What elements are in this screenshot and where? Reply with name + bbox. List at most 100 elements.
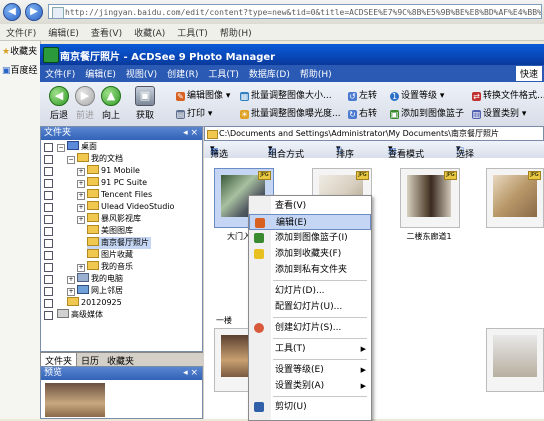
jpg-badge: JPG — [528, 171, 541, 180]
browser-menu-help[interactable]: 帮助(H) — [214, 24, 258, 39]
menu-create[interactable]: 创建(R) — [162, 65, 203, 80]
tree-checkbox[interactable] — [44, 143, 53, 152]
folder-icon — [67, 297, 79, 306]
menu-item-set-rating[interactable]: 设置等级(E) ▶ — [249, 362, 371, 378]
sort-button[interactable]: ⇅ 排序 ▾ — [336, 144, 354, 160]
basket-icon — [254, 233, 264, 243]
close-pane-icon[interactable]: ◂ × — [183, 127, 198, 140]
rating-icon: 1 — [390, 92, 399, 101]
thumbnail-caption: 一楼 — [216, 316, 232, 325]
close-preview-icon[interactable]: ◂ × — [183, 367, 198, 380]
batch-exposure-button[interactable]: ☀ 批量调整图像曝光度... — [240, 106, 341, 119]
tree-item-advanced-media[interactable]: 高级媒体 — [41, 309, 201, 321]
tree-item-my-computer[interactable]: + 我的电脑 — [41, 273, 201, 285]
browser-menu-favorites[interactable]: 收藏(A) — [128, 24, 171, 39]
menu-view[interactable]: 视图(V) — [121, 65, 162, 80]
group-by-button[interactable]: ▤ 组合方式 ▾ — [268, 144, 304, 160]
menu-item-tools[interactable]: 工具(T) ▶ — [249, 341, 371, 357]
tree-item-91-mobile[interactable]: +91 Mobile — [41, 165, 201, 177]
browser-forward-icon[interactable]: ▶ — [25, 3, 43, 21]
rotate-left-button[interactable]: ↺ 左转 — [348, 88, 377, 101]
folder-icon — [87, 177, 99, 186]
url-input[interactable]: http://jingyan.baidu.com/edit/content?ty… — [48, 4, 542, 19]
thumbnail-photo-4[interactable]: JPG — [486, 168, 544, 228]
menu-item-add-to-favorites[interactable]: 添加到收藏夹(F) — [249, 246, 371, 262]
menu-item-slideshow[interactable]: 幻灯片(D)... — [249, 283, 371, 299]
preview-image — [45, 383, 105, 417]
preview-pane-header: 预览 ◂ × — [41, 367, 202, 380]
menu-item-set-category[interactable]: 设置类别(A) ▶ — [249, 378, 371, 394]
menu-tools[interactable]: 工具(T) — [203, 65, 244, 80]
back-label: 后退 — [49, 111, 68, 121]
quick-search-input[interactable]: 快速 — [515, 66, 542, 81]
favorites-header[interactable]: ★收藏夹 — [0, 41, 40, 60]
forward-button[interactable]: ▶ 前进 — [72, 86, 98, 121]
back-button[interactable]: ◀ 后退 — [46, 86, 72, 121]
submenu-arrow-icon: ▶ — [360, 366, 366, 374]
batch-resize-button[interactable]: ▦ 批量调整图像大小... — [240, 88, 332, 101]
select-button[interactable]: ☐ 选择 ▾ — [456, 144, 474, 160]
favorites-item[interactable]: ▣百度经 — [0, 60, 40, 79]
menu-database[interactable]: 数据库(D) — [244, 65, 295, 80]
filter-button[interactable]: ▦ 筛选 ▾ — [210, 144, 228, 160]
menu-item-add-to-basket[interactable]: 添加到图像篮子(I) — [249, 230, 371, 246]
print-button[interactable]: ▤ 打印 ▾ — [176, 106, 212, 119]
menu-item-edit[interactable]: 编辑(E) — [249, 214, 371, 230]
browser-menu-view[interactable]: 查看(V) — [85, 24, 128, 39]
set-category-button[interactable]: ▥ 设置类别 ▾ — [472, 106, 526, 119]
menu-separator — [273, 359, 367, 360]
folder-icon — [87, 201, 99, 210]
tree-item-20120925[interactable]: 20120925 — [41, 297, 201, 309]
folder-icon — [87, 165, 99, 174]
jpg-badge: JPG — [444, 171, 457, 180]
set-rating-button[interactable]: 1 设置等级 ▾ — [390, 88, 444, 101]
up-button[interactable]: ▲ 向上 — [98, 86, 124, 121]
path-bar[interactable]: C:\Documents and Settings\Administrator\… — [204, 126, 544, 141]
add-to-basket-button[interactable]: ▣ 添加到图像篮子 — [390, 106, 464, 119]
menu-item-add-to-private[interactable]: 添加到私有文件夹 — [249, 262, 371, 278]
batch-resize-icon: ▦ — [240, 92, 249, 101]
acquire-button[interactable]: ▣ 获取 — [132, 86, 158, 121]
tree-item-desktop[interactable]: − 桌面 — [41, 141, 201, 153]
browser-menu-tools[interactable]: 工具(T) — [171, 24, 214, 39]
scissors-icon — [254, 402, 264, 412]
tree-item-my-music[interactable]: + 我的音乐 — [41, 261, 201, 273]
browser-menu-file[interactable]: 文件(F) — [0, 24, 42, 39]
up-label: 向上 — [101, 111, 120, 121]
thumbnail-photo-6[interactable] — [486, 328, 544, 392]
menu-help[interactable]: 帮助(H) — [295, 65, 337, 80]
tree-item-tencent-files[interactable]: + Tencent Files — [41, 189, 201, 201]
rotate-right-icon: ↻ — [348, 110, 357, 119]
tree-item-baofeng[interactable]: + 暴风影视库 — [41, 213, 201, 225]
title-bar: 南京餐厅照片 - ACDSee 9 Photo Manager — [40, 44, 544, 65]
rotate-right-button[interactable]: ↻ 右转 — [348, 106, 377, 119]
tree-item-my-pictures[interactable]: 图片收藏 — [41, 249, 201, 261]
tree-item-nanjing-photos[interactable]: 南京餐厅照片 — [41, 237, 201, 249]
convert-format-button[interactable]: ⇄ 转换文件格式... — [472, 88, 544, 101]
tree-item-network[interactable]: + 网上邻居 — [41, 285, 201, 297]
rotate-left-icon: ↺ — [348, 92, 357, 101]
view-mode-button[interactable]: ▥ 查看模式 ▾ — [388, 144, 424, 160]
tree-item-my-documents[interactable]: − 我的文档 — [41, 153, 201, 165]
edit-image-button[interactable]: ✎ 编辑图像 ▾ — [176, 88, 230, 101]
folder-icon — [87, 189, 99, 198]
edit-icon — [255, 218, 265, 228]
menu-file[interactable]: 文件(F) — [40, 65, 80, 80]
thumbnail-east-corridor[interactable]: JPG — [400, 168, 460, 228]
computer-icon — [77, 273, 89, 282]
menu-item-create-slideshow[interactable]: 创建幻灯片(S)... — [249, 320, 371, 336]
tree-item-ulead[interactable]: + Ulead VideoStudio — [41, 201, 201, 213]
browser-menu-edit[interactable]: 编辑(E) — [42, 24, 85, 39]
preview-pane: 预览 ◂ × — [40, 366, 203, 419]
category-icon: ▥ — [472, 110, 481, 119]
tree-item-meitu[interactable]: 美图图库 — [41, 225, 201, 237]
menu-item-view[interactable]: 查看(V) — [249, 198, 371, 214]
app-menu-bar: 文件(F) 编辑(E) 视图(V) 创建(R) 工具(T) 数据库(D) 帮助(H) 快速 — [40, 65, 544, 82]
folders-pane: 文件夹 ◂ × − 桌面 − 我的文档 +91 Mobile +91 PC Suite… — [40, 126, 203, 352]
menu-item-cut[interactable]: 剪切(U) — [249, 399, 371, 415]
browser-back-icon[interactable]: ◀ — [3, 3, 21, 21]
menu-item-configure-slideshow[interactable]: 配置幻灯片(U)... — [249, 299, 371, 315]
forward-icon: ▶ — [75, 86, 95, 106]
menu-edit[interactable]: 编辑(E) — [80, 65, 121, 80]
tree-item-91-pc-suite[interactable]: +91 PC Suite — [41, 177, 201, 189]
